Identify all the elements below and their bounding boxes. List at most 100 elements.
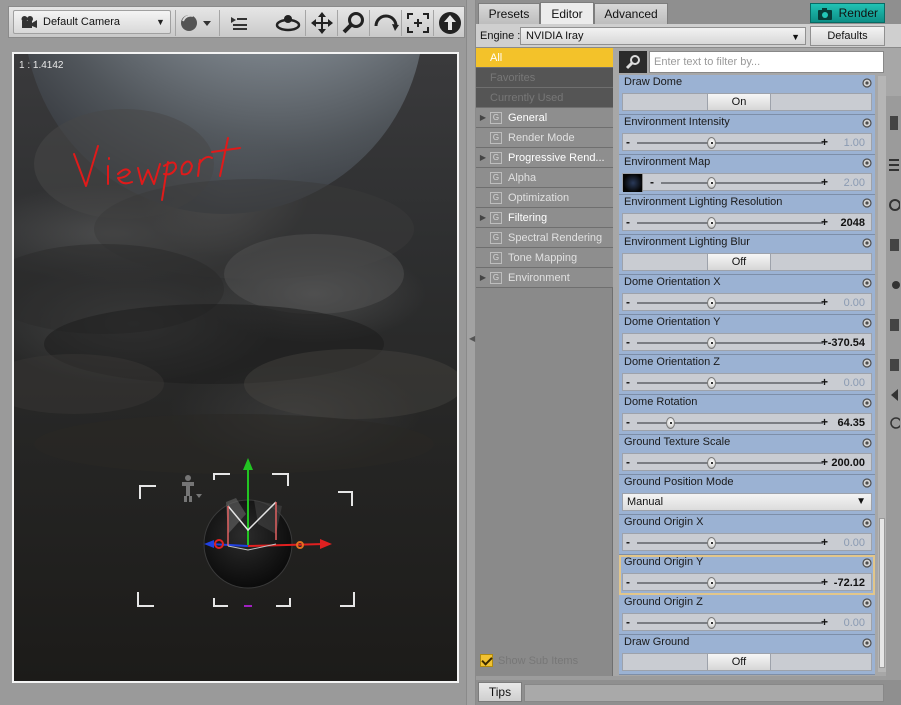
render-library-icon[interactable] [888, 318, 900, 332]
environment-map-thumbnail[interactable] [623, 174, 643, 192]
increment-button[interactable]: + [821, 215, 828, 229]
slider-track[interactable] [637, 462, 823, 464]
property-value[interactable]: 0.00 [844, 297, 865, 309]
pane-grip-icon[interactable] [888, 116, 900, 130]
gear-icon[interactable] [861, 317, 873, 329]
slider-track[interactable] [637, 422, 823, 424]
slider-knob[interactable] [707, 177, 717, 189]
gear-icon[interactable] [861, 597, 873, 609]
expand-arrow-icon[interactable]: ▶ [476, 153, 490, 162]
surfaces-icon[interactable] [888, 238, 900, 252]
slider-control[interactable]: - +1.00 [622, 133, 872, 151]
camera-select[interactable]: Default Camera ▼ [13, 10, 171, 34]
orbit-button[interactable] [271, 10, 305, 36]
slider-control[interactable]: - +0.00 [622, 533, 872, 551]
toggle-value[interactable]: Off [707, 654, 771, 670]
property-scrollbar[interactable] [878, 76, 886, 672]
slider-control[interactable]: - +64.35 [622, 413, 872, 431]
increment-button[interactable]: + [821, 575, 828, 589]
category-progressive-rend[interactable]: ▶ G Progressive Rend... [476, 148, 613, 168]
pane-options-button[interactable] [219, 10, 257, 36]
category-tone-mapping[interactable]: G Tone Mapping [476, 248, 613, 268]
increment-button[interactable]: + [821, 415, 828, 429]
filter-input[interactable] [649, 51, 884, 73]
property-value[interactable]: 1.00 [844, 137, 865, 149]
expand-arrow-icon[interactable]: ▶ [476, 213, 490, 222]
slider-knob[interactable] [707, 297, 717, 309]
slider-control[interactable]: - +2.00 [622, 173, 872, 192]
property-value[interactable]: 200.00 [831, 457, 865, 469]
gear-icon[interactable] [861, 77, 873, 89]
gear-icon[interactable] [861, 157, 873, 169]
category-currently-used[interactable]: Currently Used [476, 88, 613, 108]
decrement-button[interactable]: - [626, 575, 630, 589]
decrement-button[interactable]: - [626, 615, 630, 629]
shapes-icon[interactable] [888, 388, 900, 402]
slider-control[interactable]: - +200.00 [622, 453, 872, 471]
slider-track[interactable] [637, 222, 823, 224]
slider-knob[interactable] [707, 137, 717, 149]
slider-control[interactable]: - +2048 [622, 213, 872, 231]
defaults-button[interactable]: Defaults [810, 26, 885, 46]
slider-knob[interactable] [666, 417, 676, 429]
slider-track[interactable] [637, 382, 823, 384]
gear-icon[interactable] [861, 517, 873, 529]
decrement-button[interactable]: - [626, 335, 630, 349]
property-value[interactable]: -370.54 [828, 337, 865, 349]
property-value[interactable]: 2.00 [844, 177, 865, 189]
category-filtering[interactable]: ▶ G Filtering [476, 208, 613, 228]
pane-splitter[interactable]: ◀ [466, 0, 476, 705]
slider-knob[interactable] [707, 457, 717, 469]
category-favorites[interactable]: Favorites [476, 68, 613, 88]
engine-select[interactable]: NVIDIA Iray ▼ [520, 27, 806, 45]
toggle-value[interactable]: Off [707, 254, 771, 270]
slider-track[interactable] [661, 182, 823, 184]
gear-icon[interactable] [861, 117, 873, 129]
increment-button[interactable]: + [821, 455, 828, 469]
decrement-button[interactable]: - [626, 295, 630, 309]
property-value[interactable]: 64.35 [837, 417, 865, 429]
slider-knob[interactable] [707, 337, 717, 349]
gear-icon[interactable] [861, 197, 873, 209]
increment-button[interactable]: + [821, 175, 828, 189]
gear-icon[interactable] [861, 637, 873, 649]
tab-tips[interactable]: Tips [478, 682, 522, 702]
decrement-button[interactable]: - [626, 455, 630, 469]
property-value[interactable]: 0.00 [844, 377, 865, 389]
increment-button[interactable]: + [821, 375, 828, 389]
property-value[interactable]: 2048 [841, 217, 865, 229]
category-optimization[interactable]: G Optimization [476, 188, 613, 208]
slider-control[interactable]: - +0.00 [622, 293, 872, 311]
toggle-value[interactable]: On [707, 94, 771, 110]
slider-track[interactable] [637, 542, 823, 544]
decrement-button[interactable]: - [626, 375, 630, 389]
tab-editor[interactable]: Editor [540, 2, 594, 24]
category-environment[interactable]: ▶ G Environment [476, 268, 613, 288]
gear-icon[interactable] [861, 557, 873, 569]
3d-viewport[interactable]: 1 : 1.4142 [12, 52, 459, 683]
category-all[interactable]: All [476, 48, 613, 68]
slider-track[interactable] [637, 582, 823, 584]
frame-button[interactable] [401, 10, 433, 36]
draw-style-button[interactable] [175, 10, 217, 36]
zoom-button[interactable] [337, 10, 369, 36]
dropdown-select[interactable]: Manual ▼ [623, 494, 871, 510]
dropdown-control[interactable]: Manual ▼ [622, 493, 872, 511]
render-button[interactable]: Render [810, 3, 885, 23]
lights-icon[interactable] [888, 278, 900, 292]
expand-arrow-icon[interactable]: ▶ [476, 273, 490, 282]
slider-track[interactable] [637, 622, 823, 624]
slider-knob[interactable] [707, 577, 717, 589]
property-value[interactable]: 0.00 [844, 537, 865, 549]
toggle-control[interactable]: Off [622, 253, 872, 271]
category-alpha[interactable]: G Alpha [476, 168, 613, 188]
decrement-button[interactable]: - [626, 215, 630, 229]
gear-icon[interactable] [861, 437, 873, 449]
slider-control[interactable]: - + -72.12 [622, 573, 872, 591]
increment-button[interactable]: + [821, 135, 828, 149]
show-sub-items-checkbox[interactable]: Show Sub Items [480, 654, 578, 667]
toggle-control[interactable]: On [622, 93, 872, 111]
gear-icon[interactable] [861, 357, 873, 369]
decrement-button[interactable]: - [626, 535, 630, 549]
category-render-mode[interactable]: G Render Mode [476, 128, 613, 148]
